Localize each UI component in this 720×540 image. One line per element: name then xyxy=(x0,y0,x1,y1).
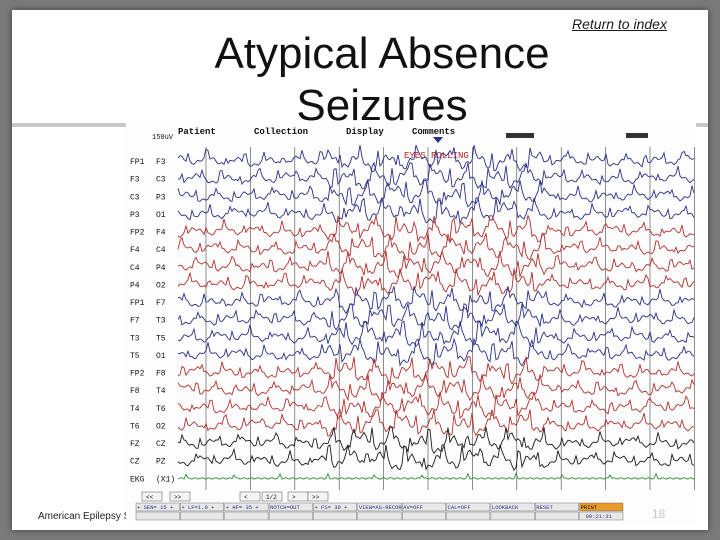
eeg-trace xyxy=(177,337,695,367)
header-block xyxy=(626,133,648,138)
channel-label-b: O1 xyxy=(156,352,166,361)
channel-label-a: F3 xyxy=(130,176,140,185)
channel-label-a: FP1 xyxy=(130,299,145,308)
channel-label-b: P3 xyxy=(156,193,166,202)
channel-label-a: P3 xyxy=(130,211,140,220)
channel-label-b: O1 xyxy=(156,211,166,220)
control-label: AV=OFF xyxy=(403,504,423,511)
control-label: + HF= 35 + xyxy=(226,504,259,511)
page-number: 18 xyxy=(652,507,666,521)
channel-label-a: C3 xyxy=(130,193,140,202)
control-button[interactable] xyxy=(401,511,446,521)
channel-label-b: P4 xyxy=(156,264,166,273)
control-label: + LF=1.0 + xyxy=(181,504,214,511)
channel-label-a: T6 xyxy=(130,422,140,431)
control-button[interactable] xyxy=(313,511,358,521)
channel-label-a: T4 xyxy=(130,405,140,414)
control-label: PRINT xyxy=(581,504,598,511)
eeg-trace xyxy=(177,426,695,455)
control-label: LOOKBACK xyxy=(492,504,519,511)
eeg-trace xyxy=(177,161,695,190)
eeg-trace xyxy=(177,286,695,315)
channel-label-a: CZ xyxy=(130,458,140,467)
eeg-trace xyxy=(177,214,695,243)
nav-button-label: >> xyxy=(174,494,182,501)
channel-label-a: FZ xyxy=(130,440,140,449)
channel-label-a: FP1 xyxy=(130,158,145,167)
channel-label-b: T6 xyxy=(156,405,166,414)
channel-label-b: T3 xyxy=(156,317,166,326)
channel-label-b: F3 xyxy=(156,158,166,167)
control-button[interactable] xyxy=(268,511,313,521)
control-label: + FS= 30 + xyxy=(314,504,347,511)
channel-label-b: PZ xyxy=(156,458,166,467)
eeg-trace xyxy=(177,444,695,471)
control-button[interactable] xyxy=(446,511,491,521)
header-block xyxy=(506,133,534,138)
eeg-trace xyxy=(177,232,695,261)
channel-label-b: F7 xyxy=(156,299,166,308)
channel-label-b: T4 xyxy=(156,387,166,396)
control-label: RESET xyxy=(536,504,553,511)
control-button[interactable] xyxy=(224,511,269,521)
channel-label-b: O2 xyxy=(156,281,166,290)
control-label: CAL=OFF xyxy=(448,504,471,511)
nav-button-label: << xyxy=(146,494,154,501)
channel-label-b: (X1) xyxy=(156,475,175,484)
channel-label-b: T5 xyxy=(156,334,166,343)
slide: Atypical Absence Seizures Return to inde… xyxy=(12,10,708,530)
channel-label-a: T3 xyxy=(130,334,140,343)
channel-label-a: T5 xyxy=(130,352,140,361)
eeg-trace xyxy=(177,408,695,437)
nav-button-label: > xyxy=(292,494,296,501)
scale-label: 150uV xyxy=(152,134,174,142)
channel-label-b: C4 xyxy=(156,246,166,255)
channel-label-a: FP2 xyxy=(130,229,145,238)
channel-label-a: C4 xyxy=(130,264,140,273)
channel-label-a: F8 xyxy=(130,387,140,396)
control-button[interactable] xyxy=(535,511,579,521)
control-button[interactable] xyxy=(357,511,402,521)
time-readout: 00:21:31 xyxy=(586,513,613,520)
nav-button[interactable] xyxy=(287,491,309,502)
channel-label-b: F4 xyxy=(156,229,166,238)
channel-label-b: F8 xyxy=(156,370,166,379)
control-button[interactable] xyxy=(135,511,180,521)
eeg-trace xyxy=(177,356,695,386)
channel-label-b: C3 xyxy=(156,176,166,185)
eeg-trace xyxy=(177,472,695,480)
eeg-trace xyxy=(177,197,695,225)
channel-label-b: O2 xyxy=(156,422,166,431)
nav-button[interactable] xyxy=(239,491,261,502)
control-button[interactable] xyxy=(490,511,535,521)
eeg-recording: 150uV Patient Collection Display Comments EYE… xyxy=(126,122,696,522)
return-to-index-link[interactable]: Return to index xyxy=(572,16,667,32)
eeg-trace xyxy=(177,268,695,297)
nav-button-label: 1/2 xyxy=(266,494,277,501)
channel-label-b: CZ xyxy=(156,440,166,449)
nav-button-label: >> xyxy=(312,494,320,501)
channel-label-a: EKG xyxy=(130,475,145,484)
comments-marker xyxy=(433,137,443,143)
channel-label-a: FP2 xyxy=(130,370,145,379)
channel-label-a: P4 xyxy=(130,281,140,290)
control-label: + SEN= 15 + xyxy=(137,504,173,511)
eeg-trace xyxy=(177,372,695,402)
eeg-trace xyxy=(177,303,695,331)
nav-button-label: < xyxy=(244,494,248,501)
slide-title: Atypical Absence Seizures xyxy=(214,29,550,130)
eeg-trace xyxy=(177,250,695,279)
control-label: NOTCH=OUT xyxy=(270,504,300,511)
control-button[interactable] xyxy=(180,511,224,521)
channel-label-a: F7 xyxy=(130,317,140,326)
eeg-trace xyxy=(177,391,695,420)
channel-label-a: F4 xyxy=(130,246,140,255)
eeg-trace xyxy=(177,179,695,208)
